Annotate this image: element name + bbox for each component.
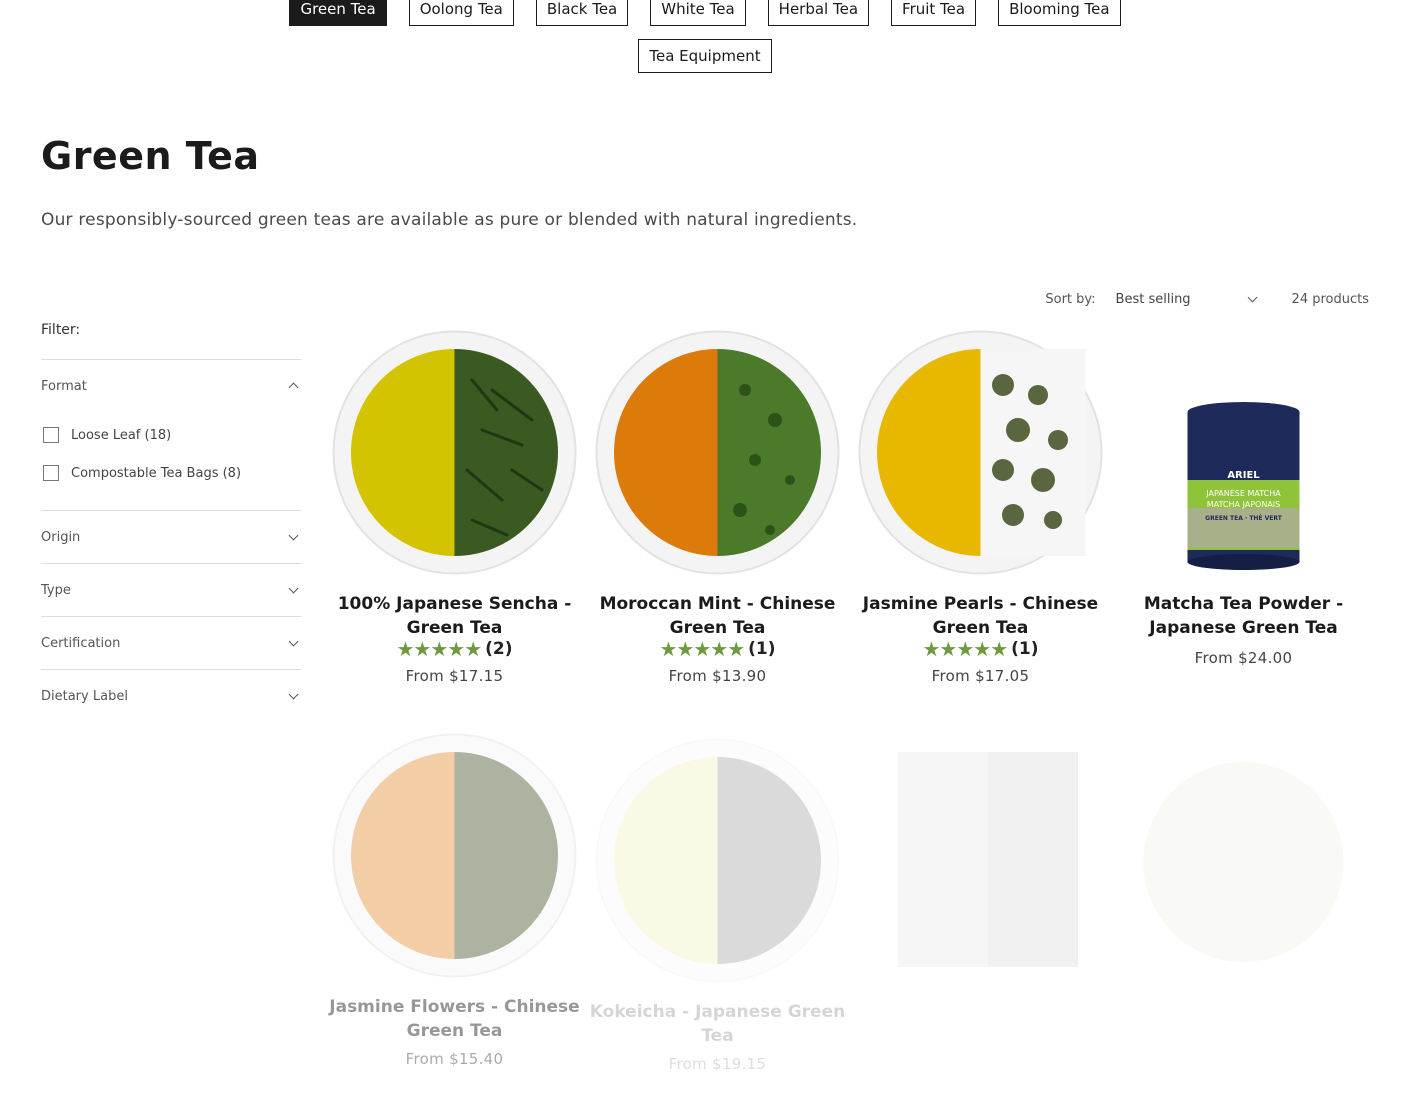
category-tea-equipment[interactable]: Tea Equipment xyxy=(638,39,772,73)
category-row: Tea Equipment xyxy=(0,39,1410,73)
product-price: From $17.05 xyxy=(931,667,1030,685)
product-count: 24 products xyxy=(1291,292,1369,307)
filter-panel: Filter: Format Loose Leaf (18) Compostab… xyxy=(41,322,301,722)
page-title: Green Tea xyxy=(41,134,260,178)
filter-group-origin: Origin xyxy=(41,511,301,564)
chevron-down-icon xyxy=(288,689,299,699)
page-description: Our responsibly-sourced green teas are a… xyxy=(41,210,858,230)
category-green-tea[interactable]: Green Tea xyxy=(289,0,387,26)
product-title[interactable]: Jasmine Flowers - Chinese Green Tea xyxy=(323,995,586,1043)
product-image[interactable] xyxy=(858,752,1103,997)
filter-options: Loose Leaf (18) Compostable Tea Bags (8) xyxy=(41,412,301,510)
star-rating-icon: ★★★★★ xyxy=(396,637,482,661)
category-blooming-tea[interactable]: Blooming Tea xyxy=(998,0,1121,26)
filter-group-type: Type xyxy=(41,564,301,617)
category-oolong-tea[interactable]: Oolong Tea xyxy=(408,0,514,26)
filter-group-format: Format Loose Leaf (18) Compostable Tea B… xyxy=(41,360,301,511)
product-title-line: Tea xyxy=(701,1026,734,1046)
filter-toggle-origin[interactable]: Origin xyxy=(41,511,301,563)
tin-label: MATCHA JAPONAIS xyxy=(1207,500,1281,509)
checkbox[interactable] xyxy=(43,427,59,443)
product-title-line: Kokeicha - Japanese Green xyxy=(589,1002,846,1022)
product-title-line: Matcha Tea Powder - xyxy=(1143,594,1344,614)
product-image[interactable] xyxy=(332,330,577,575)
filter-label: Certification xyxy=(41,635,121,651)
category-black-tea[interactable]: Black Tea xyxy=(535,0,629,26)
filter-option-label: Compostable Tea Bags (8) xyxy=(71,465,242,481)
chevron-down-icon xyxy=(288,583,299,593)
product-image[interactable] xyxy=(1121,752,1366,997)
filter-toggle-dietary[interactable]: Dietary Label xyxy=(41,670,301,722)
category-herbal-tea[interactable]: Herbal Tea xyxy=(767,0,870,26)
filter-toggle-type[interactable]: Type xyxy=(41,564,301,616)
sort-label: Sort by: xyxy=(1045,292,1096,307)
tin-brand: ARIEL xyxy=(1227,470,1260,481)
chevron-up-icon xyxy=(288,382,299,393)
chevron-down-icon xyxy=(288,530,299,540)
filter-group-dietary: Dietary Label xyxy=(41,670,301,722)
review-count: (2) xyxy=(485,639,513,659)
sort-select[interactable]: Best selling xyxy=(1115,292,1257,307)
chevron-down-icon xyxy=(288,636,299,646)
filter-group-certification: Certification xyxy=(41,617,301,670)
checkbox[interactable] xyxy=(43,465,59,481)
sort-value: Best selling xyxy=(1115,292,1191,307)
category-white-tea[interactable]: White Tea xyxy=(650,0,746,26)
tin-label: GREEN TEA · THÉ VERT xyxy=(1205,514,1283,522)
product-title[interactable]: Jasmine Pearls - Chinese Green Tea xyxy=(849,592,1112,640)
filter-title: Filter: xyxy=(41,322,301,360)
filter-label: Type xyxy=(41,582,71,598)
star-rating-icon: ★★★★★ xyxy=(659,637,745,661)
product-rating: ★★★★★ (1) xyxy=(586,637,849,661)
filter-label: Dietary Label xyxy=(41,688,128,704)
product-rating: ★★★★★ (1) xyxy=(849,637,1112,661)
filter-label: Origin xyxy=(41,529,81,545)
product-price: From $19.15 xyxy=(668,1055,767,1073)
chevron-down-icon xyxy=(1247,292,1257,303)
product-image[interactable] xyxy=(332,733,577,978)
product-image[interactable] xyxy=(595,330,840,575)
product-image[interactable]: ARIEL JAPANESE MATCHA MATCHA JAPONAIS GR… xyxy=(1121,330,1366,575)
filter-option-loose-leaf[interactable]: Loose Leaf (18) xyxy=(43,416,301,454)
product-title-line: 100% Japanese Sencha - xyxy=(337,594,572,614)
product-image[interactable] xyxy=(858,330,1103,575)
product-price: From $13.90 xyxy=(668,667,767,685)
review-count: (1) xyxy=(1011,639,1039,659)
filter-label: Format xyxy=(41,378,87,394)
filter-toggle-format[interactable]: Format xyxy=(41,360,301,412)
product-title-line: Japanese Green Tea xyxy=(1149,618,1338,638)
product-title[interactable]: Moroccan Mint - Chinese Green Tea xyxy=(586,592,849,640)
product-title[interactable]: Matcha Tea Powder - Japanese Green Tea xyxy=(1112,592,1375,640)
filter-toggle-certification[interactable]: Certification xyxy=(41,617,301,669)
filter-option-tea-bags[interactable]: Compostable Tea Bags (8) xyxy=(43,454,301,492)
product-price: From $17.15 xyxy=(405,667,504,685)
category-fruit-tea[interactable]: Fruit Tea xyxy=(891,0,977,26)
product-title-line: Jasmine Pearls - Chinese xyxy=(862,594,1099,614)
tin-label: JAPANESE MATCHA xyxy=(1205,489,1281,498)
review-count: (1) xyxy=(748,639,776,659)
product-title[interactable]: 100% Japanese Sencha - Green Tea xyxy=(323,592,586,640)
product-title[interactable]: Kokeicha - Japanese Green Tea xyxy=(586,1000,849,1048)
sort-bar: Sort by: Best selling 24 products xyxy=(1045,292,1369,307)
product-price: From $24.00 xyxy=(1194,649,1293,667)
product-title-line: Jasmine Flowers - Chinese xyxy=(329,997,580,1017)
product-price: From $15.40 xyxy=(405,1050,504,1068)
product-image[interactable] xyxy=(595,738,840,983)
filter-option-label: Loose Leaf (18) xyxy=(71,427,172,443)
product-title-line: Green Tea xyxy=(406,1021,503,1041)
product-title-line: Moroccan Mint - Chinese xyxy=(599,594,836,614)
category-row: Green Tea Oolong Tea Black Tea White Tea… xyxy=(0,0,1410,26)
product-rating: ★★★★★ (2) xyxy=(323,637,586,661)
star-rating-icon: ★★★★★ xyxy=(922,637,1008,661)
